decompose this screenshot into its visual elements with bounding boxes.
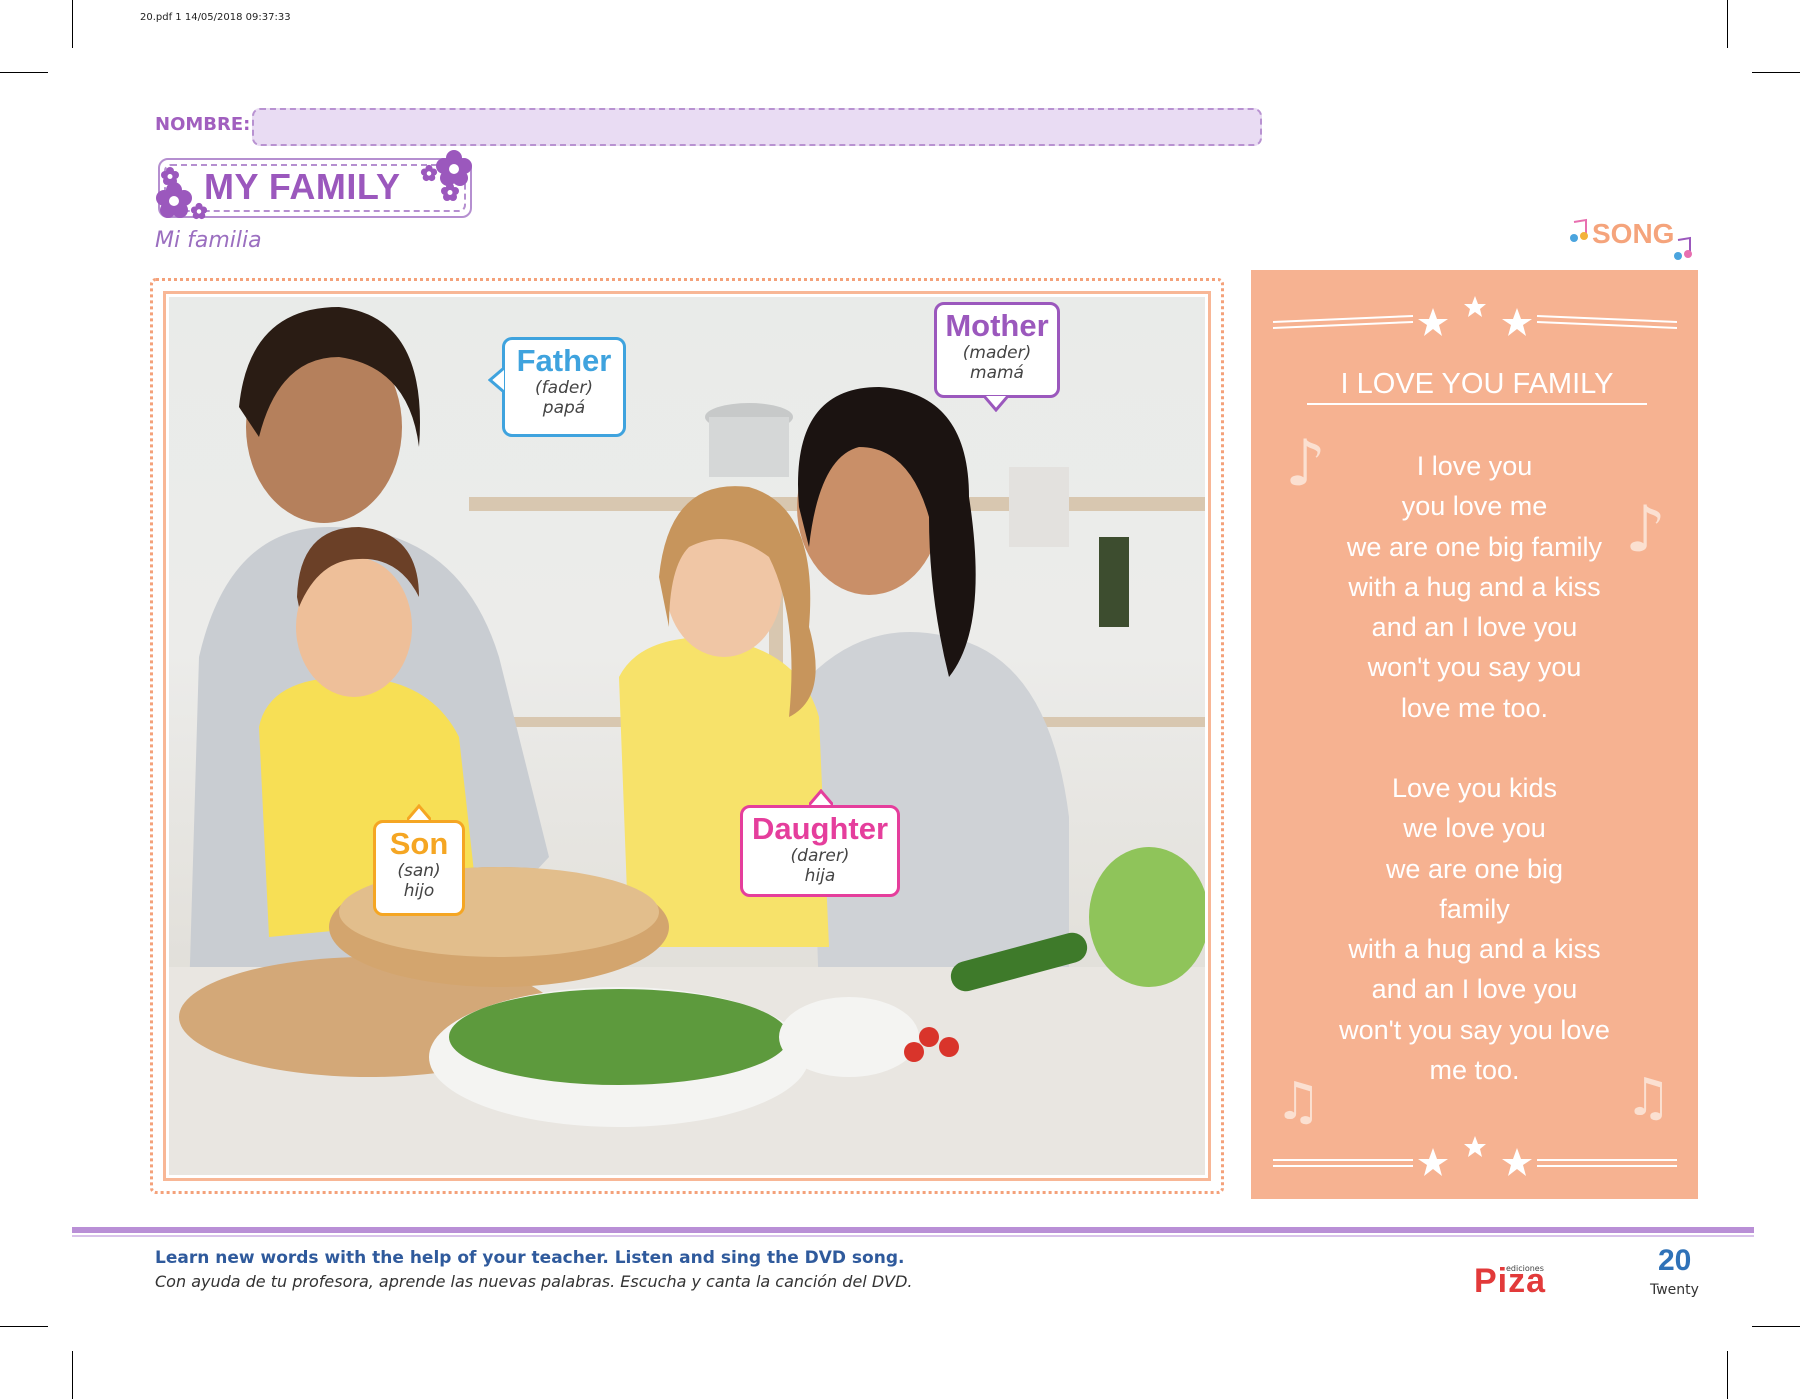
- flower-icon: [420, 164, 438, 182]
- family-photo: [169, 297, 1205, 1175]
- star-icon: [1464, 1136, 1486, 1157]
- footer-divider: [72, 1235, 1754, 1237]
- song-line: Love you kids: [1391, 773, 1558, 803]
- music-note-icon: ♫: [1275, 1072, 1322, 1132]
- flower-icon: [156, 182, 192, 218]
- bubble-tail: [407, 804, 431, 821]
- crop-mark: [1752, 1326, 1800, 1327]
- nombre-label: NOMBRE:: [155, 114, 251, 135]
- music-note-icon: [1674, 236, 1692, 260]
- song-line: and an I love you: [1371, 612, 1578, 643]
- music-note-icon: ♪: [1285, 427, 1326, 501]
- star-divider: [1273, 1136, 1677, 1176]
- page-number: 20: [1658, 1244, 1692, 1277]
- mother-word: Mother: [945, 308, 1049, 343]
- mother-pronunciation: (mader): [962, 343, 1032, 363]
- crop-mark: [1727, 0, 1728, 48]
- father-word: Father: [516, 343, 612, 378]
- crop-mark: [0, 72, 48, 73]
- father-bubble: Father (fader) papá: [502, 337, 626, 437]
- song-line: and an I love you: [1371, 974, 1578, 1005]
- son-spanish: hijo: [403, 881, 435, 901]
- music-note-icon: [1570, 218, 1588, 242]
- photo-frame: [150, 278, 1224, 1194]
- father-pronunciation: (fader): [535, 378, 593, 398]
- family-photo-illustration: [169, 307, 1205, 1175]
- mother-bubble: Mother (mader) mamá: [934, 302, 1060, 398]
- son-pronunciation: (san): [397, 861, 441, 881]
- song-panel: I LOVE YOU FAMILY I love you you love me…: [1251, 270, 1698, 1199]
- instruction-english: Learn new words with the help of your te…: [155, 1248, 905, 1268]
- nombre-field[interactable]: [252, 108, 1262, 146]
- star-icon: [1502, 1148, 1532, 1176]
- crop-mark: [1752, 72, 1800, 73]
- crop-mark: [0, 1326, 48, 1327]
- song-line: won't you say you: [1367, 652, 1582, 683]
- bubble-tail: [809, 789, 833, 806]
- daughter-bubble: Daughter (darer) hija: [740, 805, 900, 897]
- star-icon: [1418, 308, 1448, 336]
- father-spanish: papá: [542, 398, 586, 418]
- footer-divider: [72, 1227, 1754, 1233]
- son-bubble: Son (san) hijo: [373, 820, 465, 916]
- flower-icon: [190, 202, 208, 220]
- star-icon: [1502, 308, 1532, 336]
- song-line: we love you: [1403, 813, 1546, 844]
- star-icon: [1464, 296, 1486, 317]
- bubble-tail: [488, 368, 505, 392]
- star-icon: [1418, 1148, 1448, 1176]
- bubble-tail: [984, 395, 1008, 412]
- flower-icon: [441, 183, 459, 201]
- song-verse-2: Love you kids we love you we are one big…: [1251, 768, 1698, 1090]
- page-title: MY FAMILY: [204, 166, 401, 207]
- song-tag: SONG: [1592, 218, 1675, 249]
- son-word: Son: [389, 826, 449, 861]
- flower-icon: [161, 167, 179, 185]
- song-line: won't you say you love: [1339, 1014, 1610, 1045]
- mother-spanish: mamá: [970, 363, 1024, 383]
- page-number-word: Twenty: [1650, 1282, 1699, 1298]
- song-line: with a hug and a kiss: [1348, 934, 1601, 965]
- music-note-icon: ♪: [1625, 493, 1666, 567]
- song-title: I LOVE YOU FAMILY: [1307, 368, 1647, 405]
- page-subtitle: Mi familia: [155, 228, 262, 253]
- star-divider: [1273, 296, 1677, 336]
- instruction-spanish: Con ayuda de tu profesora, aprende las n…: [155, 1272, 913, 1291]
- daughter-spanish: hija: [804, 866, 836, 886]
- song-line: love me too.: [1400, 692, 1549, 723]
- song-line: family: [1439, 893, 1510, 924]
- song-line: we are one big: [1385, 853, 1564, 884]
- crop-mark: [72, 0, 73, 48]
- daughter-pronunciation: (darer): [790, 846, 850, 866]
- daughter-word: Daughter: [751, 811, 889, 846]
- crop-mark: [72, 1351, 73, 1399]
- print-header: 20.pdf 1 14/05/2018 09:37:33: [140, 12, 291, 23]
- crop-mark: [1727, 1351, 1728, 1399]
- music-note-icon: ♫: [1625, 1068, 1672, 1128]
- brand-logo: Piza: [1474, 1262, 1547, 1300]
- song-line: with a hug and a kiss: [1348, 571, 1601, 602]
